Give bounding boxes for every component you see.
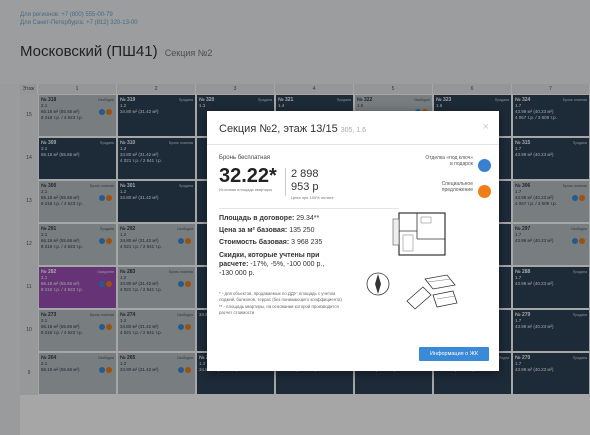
modal-title-meta: 305, 1.6 xyxy=(340,127,367,134)
booking-type: Бронь бесплатная xyxy=(219,155,271,161)
close-icon[interactable]: × xyxy=(483,121,489,133)
price-per-m: 2 898 xyxy=(291,168,319,180)
total-area-caption: Итоговая площадь квартиры xyxy=(219,187,273,192)
divider xyxy=(285,168,286,196)
base-price-label: Цена за м² базовая: xyxy=(219,227,288,234)
footnotes: * - для объектов, продаваемых по ДДУ: пл… xyxy=(219,291,344,315)
total-area: 32.22* xyxy=(219,165,277,187)
contract-area: Площадь в договоре: 29.34** xyxy=(219,215,319,222)
contract-area-label: Площадь в договоре: xyxy=(219,215,295,222)
modal-title-text: Секция №2, этаж 13/15 xyxy=(219,123,338,135)
compass-icon xyxy=(366,272,390,296)
modal-title: Секция №2, этаж 13/15 305, 1.6 xyxy=(219,123,366,135)
divider xyxy=(219,208,399,209)
divider xyxy=(207,144,499,145)
base-cost-value: 3 968 235 xyxy=(291,239,323,246)
percent-icon[interactable] xyxy=(478,185,491,198)
promo-finishing: Отделка «под ключ» в подарок xyxy=(425,155,473,167)
price-caption: Цена при 100% оплате xyxy=(291,195,334,200)
site-plan-image[interactable] xyxy=(403,271,459,315)
contract-area-value: 29.34** xyxy=(296,215,320,222)
footnote-1: * - для объектов, продаваемых по ДДУ: пл… xyxy=(219,291,342,302)
base-cost: Стоимость базовая: 3 968 235 xyxy=(219,239,322,246)
footnote-2: ** - площадь квартиры, на основании кото… xyxy=(219,304,339,315)
discounts: Скидки, которые учтены при расчете: -17%… xyxy=(219,251,339,278)
base-cost-label: Стоимость базовая: xyxy=(219,239,290,246)
price: 953 р xyxy=(291,181,319,193)
complex-info-button[interactable]: Информация о ЖК xyxy=(419,347,489,361)
floor-plan-image[interactable] xyxy=(391,209,449,259)
base-price-value: 135 250 xyxy=(289,227,315,234)
apartment-modal: Секция №2, этаж 13/15 305, 1.6 × Бронь бе… xyxy=(207,111,499,371)
base-price: Цена за м² базовая: 135 250 xyxy=(219,227,315,234)
promo-special: Специальное предложение xyxy=(441,181,473,193)
brush-icon[interactable] xyxy=(478,159,491,172)
